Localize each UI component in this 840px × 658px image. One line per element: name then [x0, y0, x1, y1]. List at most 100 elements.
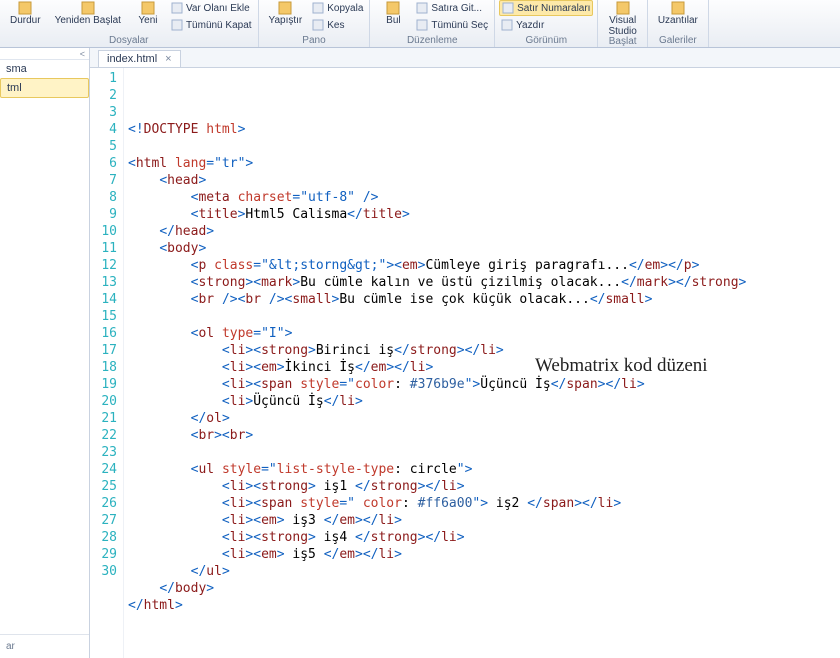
code-line[interactable]: <li><span style=" color: #ff6a00"> iş2 <… [128, 495, 840, 512]
line-number: 28 [90, 529, 117, 546]
sidebar-item-0[interactable]: sma [0, 60, 89, 78]
find-icon [385, 0, 401, 14]
code-line[interactable]: <meta charset="utf-8" /> [128, 189, 840, 206]
line-number: 24 [90, 461, 117, 478]
sidebar-collapse[interactable]: < [0, 48, 89, 60]
code-line[interactable]: <li><span style="color: #376b9e">Üçüncü … [128, 376, 840, 393]
line-number: 26 [90, 495, 117, 512]
ribbon-tumkapat[interactable]: Tümünü Kapat [169, 17, 254, 33]
ribbon: Durdur Yeniden Başlat Yeni Var Olanı Ekle Tü… [0, 0, 840, 48]
vs-icon [615, 0, 631, 14]
code-line[interactable]: </html> [128, 597, 840, 614]
ribbon-btn-label: Yapıştır [269, 15, 303, 26]
ribbon-btn-label: Satıra Git... [431, 3, 482, 14]
line-number: 27 [90, 512, 117, 529]
line-gutter: 1234567891011121314151617181920212223242… [90, 68, 124, 658]
code-line[interactable]: <br /><br /><small>Bu cümle ise çok küçü… [128, 291, 840, 308]
code-line[interactable]: <ul style="list-style-type: circle"> [128, 461, 840, 478]
code-line[interactable] [128, 444, 840, 461]
line-number: 22 [90, 427, 117, 444]
ribbon-group-label: Görünüm [525, 35, 567, 46]
line-number: 9 [90, 206, 117, 223]
ribbon-btn-label: Var Olanı Ekle [186, 3, 250, 14]
line-number: 21 [90, 410, 117, 427]
ribbon-varolani[interactable]: Var Olanı Ekle [169, 0, 254, 16]
line-number: 23 [90, 444, 117, 461]
ribbon-print[interactable]: Yazdır [499, 17, 593, 33]
ribbon-selectall[interactable]: Tümünü Seç [414, 17, 490, 33]
line-number: 2 [90, 87, 117, 104]
ribbon-restart[interactable]: Yeniden Başlat [49, 0, 127, 26]
code-line[interactable] [128, 308, 840, 325]
cut-icon [312, 19, 324, 31]
ribbon-group-label: Düzenleme [407, 35, 458, 46]
ribbon-btn-label: Kopyala [327, 3, 363, 14]
annotation-label: Webmatrix kod düzeni [535, 357, 708, 374]
close-icon[interactable]: × [165, 53, 171, 65]
ribbon-goto[interactable]: Satıra Git... [414, 0, 490, 16]
code-line[interactable]: </ul> [128, 563, 840, 580]
code-area[interactable]: 1234567891011121314151617181920212223242… [90, 68, 840, 658]
ribbon-copy[interactable]: Kopyala [310, 0, 365, 16]
code-line[interactable]: </ol> [128, 410, 840, 427]
code-line[interactable]: <li><em> iş5 </em></li> [128, 546, 840, 563]
code-line[interactable]: <li><strong>Birinci iş</strong></li> [128, 342, 840, 359]
line-number: 11 [90, 240, 117, 257]
ribbon-cut[interactable]: Kes [310, 17, 365, 33]
ribbon-btn-label: Kes [327, 20, 344, 31]
line-number: 13 [90, 274, 117, 291]
ribbon-find[interactable]: Bul [374, 0, 412, 26]
line-number: 7 [90, 172, 117, 189]
code-line[interactable]: <strong><mark>Bu cümle kalın ve üstü çiz… [128, 274, 840, 291]
code-line[interactable]: </body> [128, 580, 840, 597]
ribbon-btn-label: Durdur [10, 15, 41, 26]
ribbon-group-düzenleme: Bul Satıra Git... Tümünü Seç Düzenleme [370, 0, 495, 47]
code-line[interactable]: <p class="&lt;storng&gt;"><em>Cümleye gi… [128, 257, 840, 274]
ribbon-new[interactable]: Yeni [129, 0, 167, 26]
code-line[interactable]: <li><strong> iş4 </strong></li> [128, 529, 840, 546]
code-line[interactable]: <title>Html5 Calisma</title> [128, 206, 840, 223]
code-line[interactable] [128, 138, 840, 155]
code-line[interactable]: <br><br> [128, 427, 840, 444]
line-number: 18 [90, 359, 117, 376]
line-number: 30 [90, 563, 117, 580]
durdur-icon [17, 0, 33, 14]
tumkapat-icon [171, 19, 183, 31]
ribbon-group-galeriler: UzantılarGaleriler [648, 0, 709, 47]
paste-icon [277, 0, 293, 14]
code-lines[interactable]: <!DOCTYPE html> <html lang="tr"> <head> <… [124, 68, 840, 658]
ribbon-paste[interactable]: Yapıştır [263, 0, 309, 26]
ribbon-btn-label: Yeni [138, 15, 157, 26]
code-line[interactable]: <li><em>İkinci İş</em></li> [128, 359, 840, 376]
selectall-icon [416, 19, 428, 31]
code-line[interactable]: </head> [128, 223, 840, 240]
tab-label: index.html [107, 53, 157, 65]
ribbon-group-label: Dosyalar [109, 35, 148, 46]
ribbon-group-label: Pano [302, 35, 325, 46]
line-number: 29 [90, 546, 117, 563]
ribbon-group-pano: Yapıştır Kopyala KesPano [259, 0, 371, 47]
ribbon-vs[interactable]: Visual Studio [602, 0, 642, 37]
ribbon-btn-label: Uzantılar [658, 15, 698, 26]
code-line[interactable] [128, 614, 840, 631]
ribbon-linenumbers[interactable]: Satır Numaraları [499, 0, 593, 16]
code-line[interactable]: <html lang="tr"> [128, 155, 840, 172]
sidebar-item-1[interactable]: tml [0, 78, 89, 98]
code-line[interactable]: <head> [128, 172, 840, 189]
code-line[interactable]: <li><em> iş3 </em></li> [128, 512, 840, 529]
sidebar: < smatml ar [0, 48, 90, 658]
ribbon-durdur[interactable]: Durdur [4, 0, 47, 26]
ribbon-ext[interactable]: Uzantılar [652, 0, 704, 26]
main-area: < smatml ar index.html × 123456789101112… [0, 48, 840, 658]
ribbon-btn-label: Visual Studio [608, 15, 636, 37]
tab-index-html[interactable]: index.html × [98, 50, 181, 67]
code-line[interactable]: <li>Üçüncü İş</li> [128, 393, 840, 410]
code-line[interactable]: <li><strong> iş1 </strong></li> [128, 478, 840, 495]
code-line[interactable]: <ol type="I"> [128, 325, 840, 342]
code-line[interactable]: <!DOCTYPE html> [128, 121, 840, 138]
line-number: 15 [90, 308, 117, 325]
line-number: 12 [90, 257, 117, 274]
ribbon-btn-label: Satır Numaraları [517, 3, 590, 14]
line-number: 5 [90, 138, 117, 155]
code-line[interactable]: <body> [128, 240, 840, 257]
